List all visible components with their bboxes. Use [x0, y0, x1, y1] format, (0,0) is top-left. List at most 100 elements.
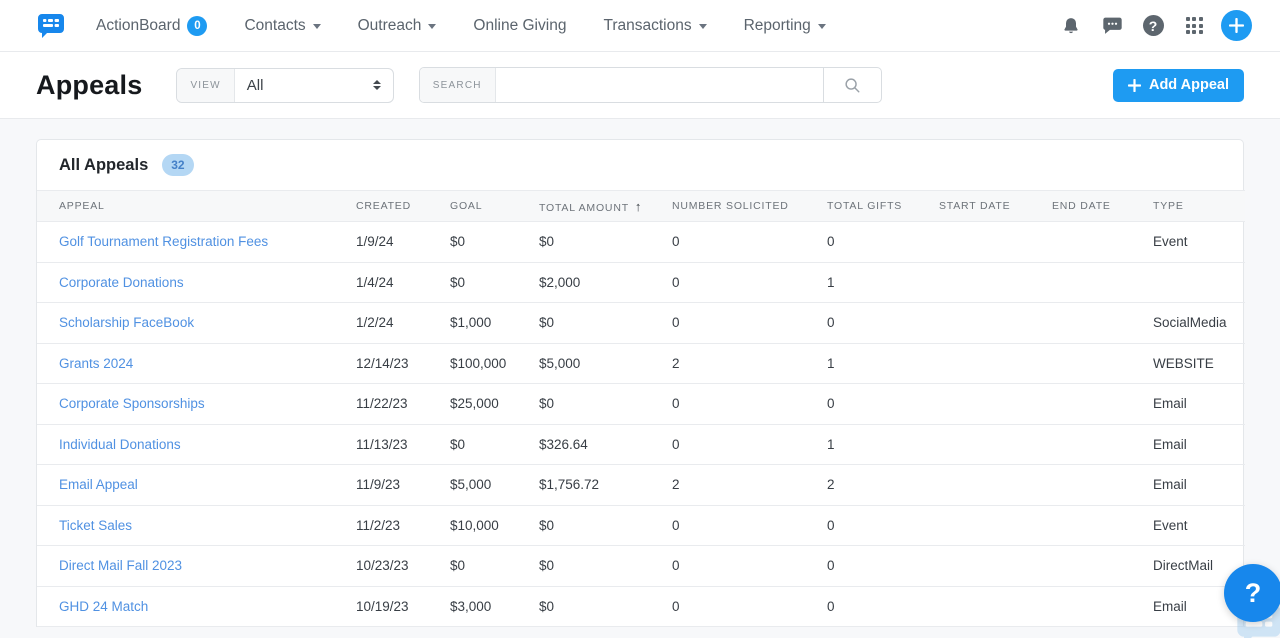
cell-total-amount: $0	[539, 384, 672, 425]
cell-total-amount: $326.64	[539, 424, 672, 465]
column-header[interactable]: TOTAL AMOUNT↑	[539, 191, 672, 222]
cell-appeal: Golf Tournament Registration Fees	[37, 222, 356, 263]
cell-goal: $0	[450, 546, 539, 587]
column-header[interactable]: NUMBER SOLICITED	[672, 191, 827, 222]
appeal-link[interactable]: Corporate Sponsorships	[59, 396, 205, 411]
cell-end-date	[1052, 384, 1153, 425]
column-header[interactable]: TOTAL GIFTS	[827, 191, 939, 222]
appeals-card: All Appeals 32 APPEALCREATEDGOALTOTAL AM…	[36, 139, 1244, 627]
table-row: Corporate Sponsorships11/22/23$25,000$00…	[37, 384, 1245, 425]
search-label: SEARCH	[420, 68, 496, 102]
table-row: Email Appeal11/9/23$5,000$1,756.7222Emai…	[37, 465, 1245, 506]
appeal-link[interactable]: Email Appeal	[59, 477, 138, 492]
appeal-link[interactable]: Direct Mail Fall 2023	[59, 558, 182, 573]
apps-grid-icon[interactable]	[1180, 12, 1208, 40]
table-row: Scholarship FaceBook1/2/24$1,000$000Soci…	[37, 303, 1245, 344]
cell-appeal: Corporate Sponsorships	[37, 384, 356, 425]
column-header[interactable]: END DATE	[1052, 191, 1153, 222]
search-group: SEARCH	[419, 67, 824, 103]
nav-item-transactions[interactable]: Transactions	[603, 17, 706, 35]
appeal-link[interactable]: Corporate Donations	[59, 275, 184, 290]
cell-type: SocialMedia	[1153, 303, 1245, 344]
plus-icon	[1128, 79, 1141, 92]
notifications-bell-icon[interactable]	[1057, 12, 1085, 40]
search-icon	[843, 76, 861, 94]
help-launcher-button[interactable]: ?	[1224, 564, 1280, 622]
main-nav: ActionBoard 0 Contacts Outreach Online G…	[96, 16, 826, 36]
appeal-link[interactable]: Ticket Sales	[59, 518, 132, 533]
sort-asc-icon: ↑	[635, 199, 642, 214]
view-select[interactable]: All	[235, 69, 393, 102]
nav-label: Reporting	[744, 17, 811, 35]
cell-type: Email	[1153, 424, 1245, 465]
cell-created: 11/2/23	[356, 505, 450, 546]
appeal-link[interactable]: GHD 24 Match	[59, 599, 148, 614]
appeal-link[interactable]: Individual Donations	[59, 437, 181, 452]
cell-start-date	[939, 465, 1052, 506]
appeal-link[interactable]: Grants 2024	[59, 356, 133, 371]
cell-created: 10/23/23	[356, 546, 450, 587]
view-label: VIEW	[177, 69, 234, 102]
search-area: SEARCH	[419, 67, 882, 103]
column-header[interactable]: GOAL	[450, 191, 539, 222]
cell-total-amount: $0	[539, 586, 672, 627]
search-button[interactable]	[824, 67, 882, 103]
column-header[interactable]: CREATED	[356, 191, 450, 222]
column-header[interactable]: START DATE	[939, 191, 1052, 222]
cell-start-date	[939, 505, 1052, 546]
cell-created: 1/4/24	[356, 262, 450, 303]
cell-total-gifts: 0	[827, 505, 939, 546]
appeal-link[interactable]: Scholarship FaceBook	[59, 315, 194, 330]
cell-total-amount: $0	[539, 505, 672, 546]
cell-total-amount: $0	[539, 303, 672, 344]
table-row: Corporate Donations1/4/24$0$2,00001	[37, 262, 1245, 303]
cell-total-gifts: 0	[827, 546, 939, 587]
cell-total-gifts: 1	[827, 343, 939, 384]
cell-start-date	[939, 303, 1052, 344]
column-header[interactable]: APPEAL	[37, 191, 356, 222]
cell-goal: $5,000	[450, 465, 539, 506]
quick-add-button[interactable]	[1221, 10, 1252, 41]
nav-item-outreach[interactable]: Outreach	[358, 17, 437, 35]
cell-number-solicited: 2	[672, 465, 827, 506]
cell-number-solicited: 0	[672, 222, 827, 263]
cell-end-date	[1052, 505, 1153, 546]
messages-bubble-icon[interactable]	[1098, 12, 1126, 40]
cell-appeal: Grants 2024	[37, 343, 356, 384]
cell-goal: $1,000	[450, 303, 539, 344]
nav-label: ActionBoard	[96, 17, 180, 35]
search-input[interactable]	[496, 68, 823, 102]
nav-item-online-giving[interactable]: Online Giving	[473, 17, 566, 35]
nav-item-contacts[interactable]: Contacts	[244, 17, 320, 35]
card-header: All Appeals 32	[37, 140, 1243, 190]
cell-end-date	[1052, 262, 1153, 303]
cell-appeal: Corporate Donations	[37, 262, 356, 303]
nav-label: Outreach	[358, 17, 422, 35]
cell-created: 12/14/23	[356, 343, 450, 384]
cell-total-gifts: 0	[827, 384, 939, 425]
add-appeal-button[interactable]: Add Appeal	[1113, 69, 1244, 102]
help-icon[interactable]: ?	[1139, 12, 1167, 40]
cell-goal: $0	[450, 222, 539, 263]
cell-created: 11/9/23	[356, 465, 450, 506]
cell-number-solicited: 0	[672, 505, 827, 546]
column-header[interactable]: TYPE	[1153, 191, 1245, 222]
cell-number-solicited: 0	[672, 424, 827, 465]
cell-start-date	[939, 384, 1052, 425]
app-logo-icon[interactable]	[36, 11, 66, 41]
appeal-link[interactable]: Golf Tournament Registration Fees	[59, 234, 268, 249]
page-header: Appeals VIEW All SEARCH Add Appeal	[0, 52, 1280, 119]
cell-number-solicited: 2	[672, 343, 827, 384]
cell-goal: $10,000	[450, 505, 539, 546]
nav-item-reporting[interactable]: Reporting	[744, 17, 826, 35]
actionboard-count-badge: 0	[187, 16, 207, 36]
cell-total-amount: $2,000	[539, 262, 672, 303]
cell-created: 1/9/24	[356, 222, 450, 263]
cell-type: WEBSITE	[1153, 343, 1245, 384]
cell-start-date	[939, 586, 1052, 627]
cell-appeal: Scholarship FaceBook	[37, 303, 356, 344]
nav-item-actionboard[interactable]: ActionBoard 0	[96, 16, 207, 36]
cell-total-amount: $5,000	[539, 343, 672, 384]
cell-created: 10/19/23	[356, 586, 450, 627]
cell-goal: $3,000	[450, 586, 539, 627]
